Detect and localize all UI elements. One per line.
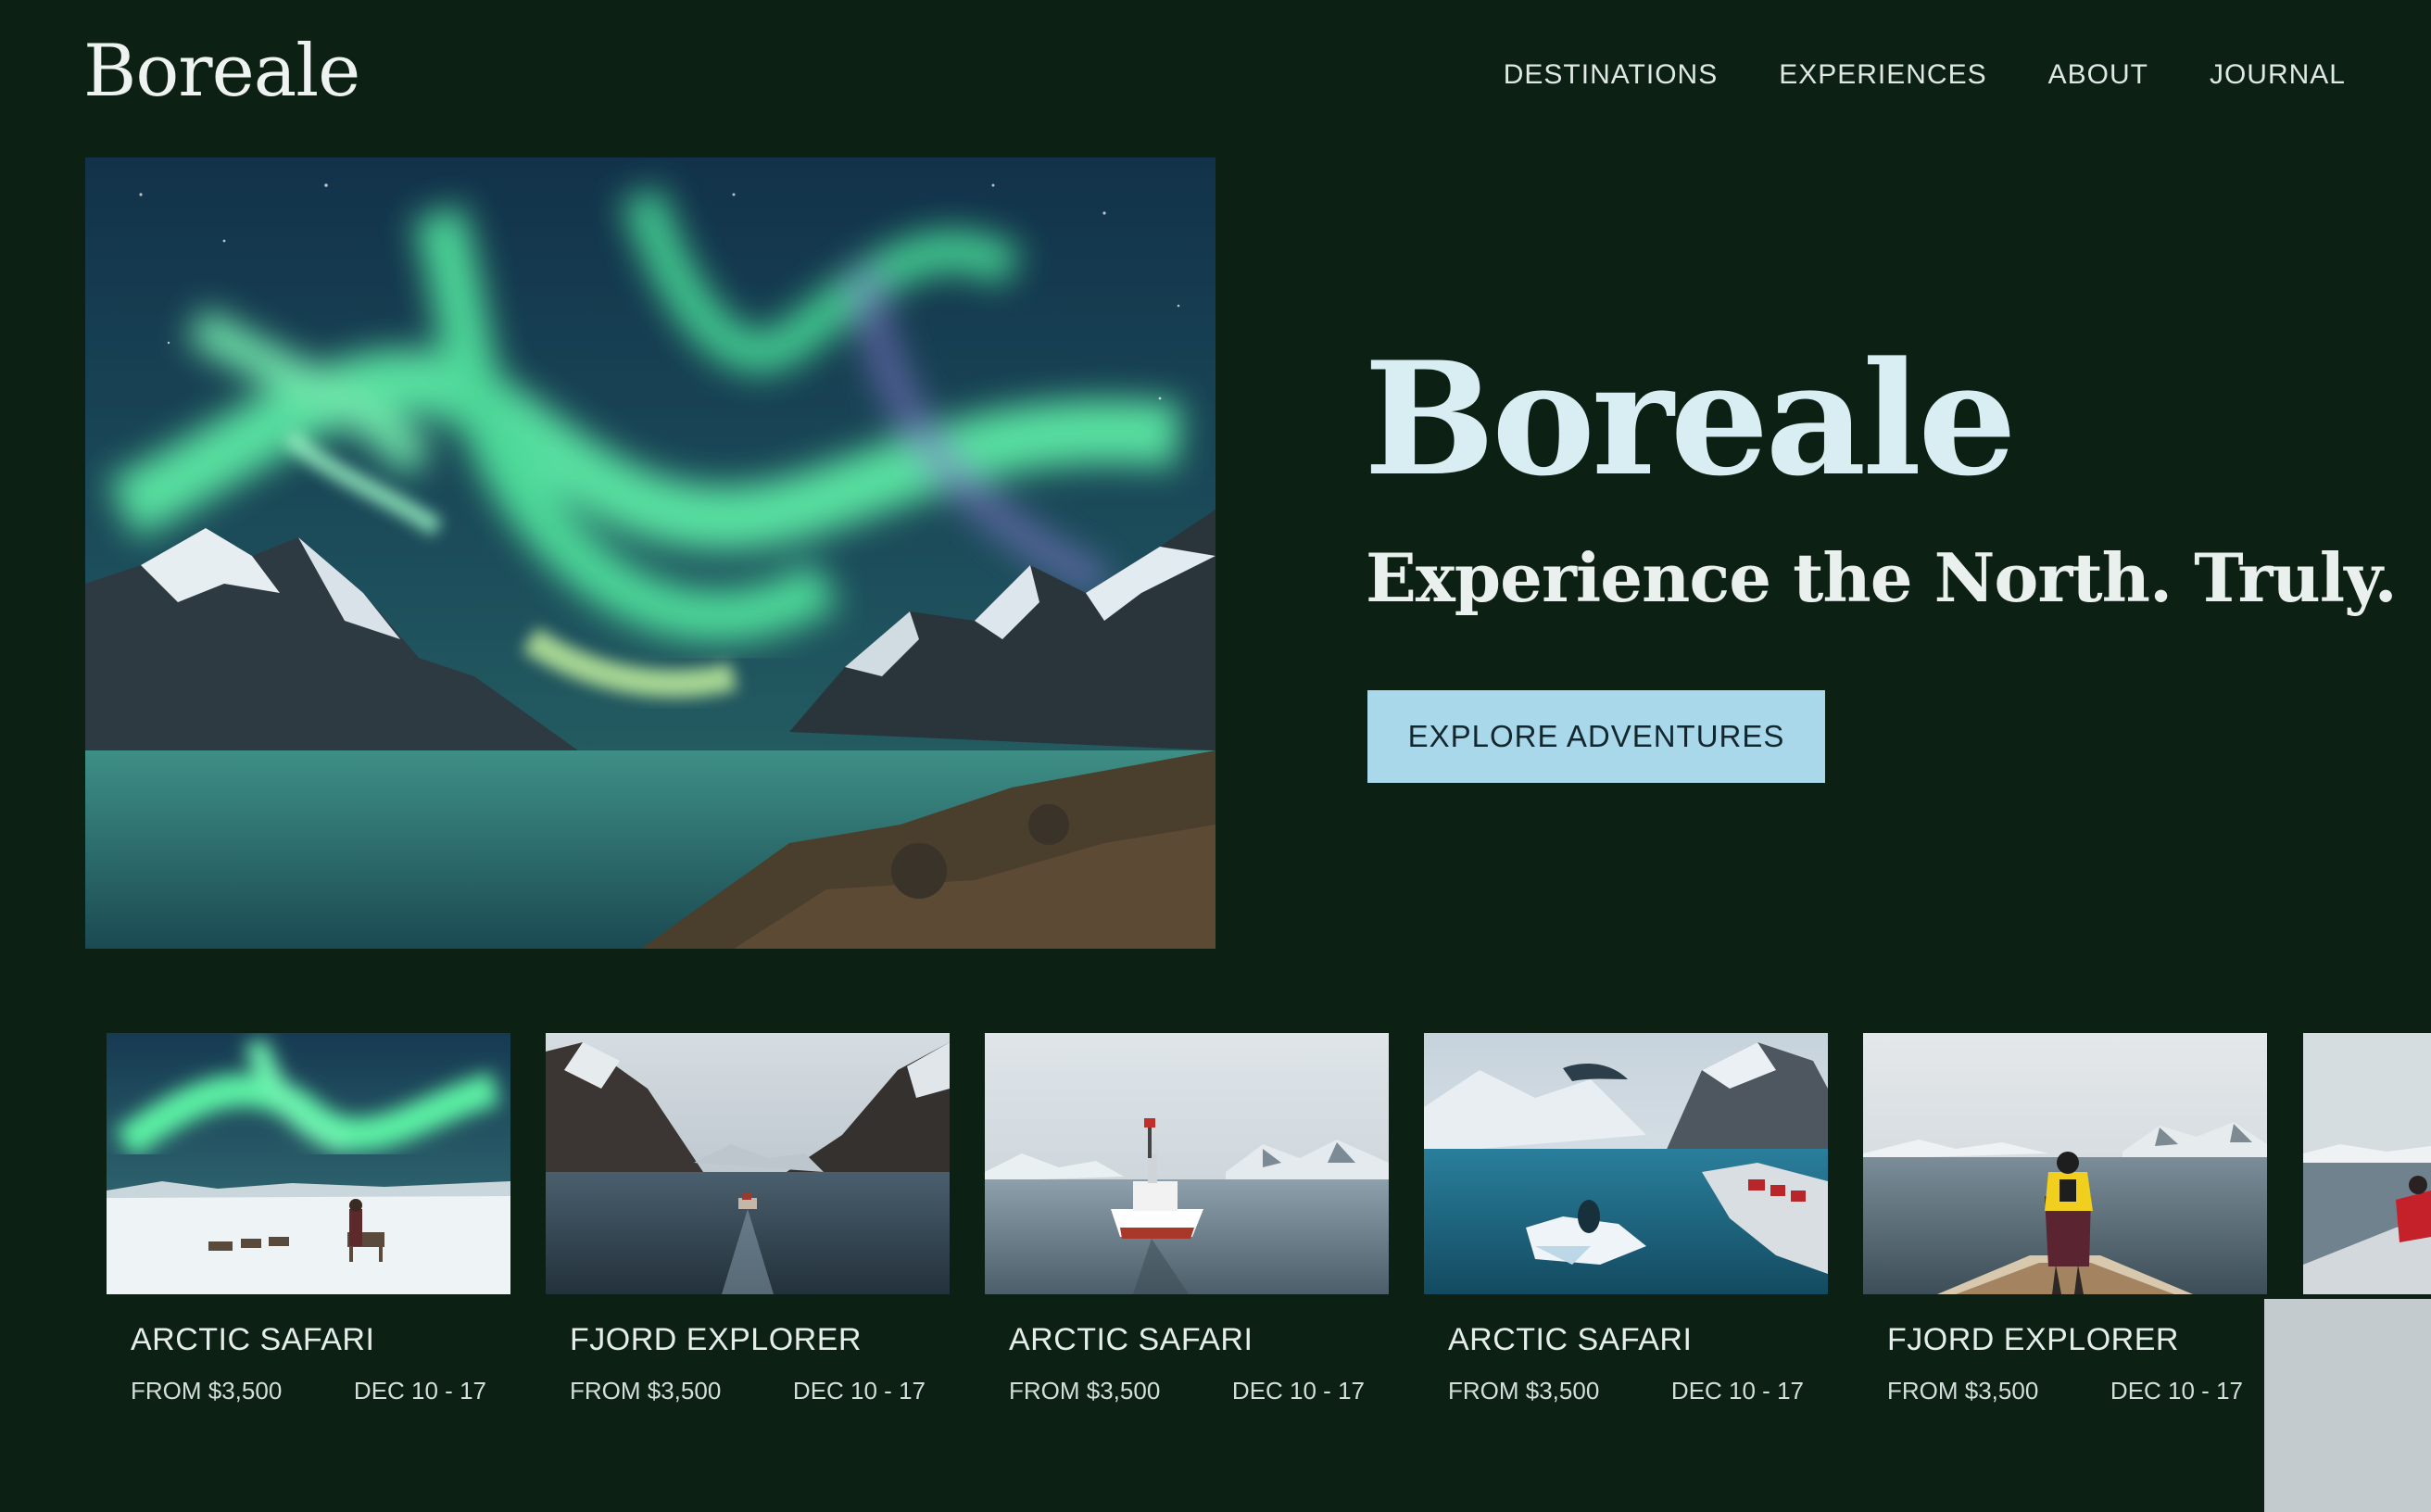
card-dates: DEC 10 - 17 — [1231, 1377, 1365, 1405]
nav-journal[interactable]: JOURNAL — [2210, 59, 2346, 91]
card-title: ARCTIC SAFARI — [1448, 1322, 1693, 1357]
card-image-partial[interactable] — [2303, 1033, 2431, 1294]
card-dates: DEC 10 - 17 — [2110, 1377, 2243, 1405]
card-price: FROM $3,500 — [1448, 1377, 1600, 1405]
explore-adventures-button[interactable]: EXPLORE ADVENTURES — [1367, 690, 1825, 783]
hero-subtitle: Experience the North. Truly. — [1366, 538, 2398, 617]
card-image — [1863, 1033, 2267, 1294]
nav-experiences[interactable]: EXPERIENCES — [1779, 59, 1986, 91]
card-dates: DEC 10 - 17 — [792, 1377, 926, 1405]
card-dates: DEC 10 - 17 — [353, 1377, 486, 1405]
trip-card[interactable]: FJORD EXPLORER FROM $3,500 DEC 10 - 17 — [546, 1033, 950, 1405]
card-title: FJORD EXPLORER — [1887, 1322, 2179, 1357]
hero-title: Boreale — [1364, 327, 2017, 510]
nav-about[interactable]: ABOUT — [2048, 59, 2148, 91]
card-price: FROM $3,500 — [131, 1377, 283, 1405]
card-title: ARCTIC SAFARI — [1009, 1322, 1253, 1357]
trip-card[interactable]: ARCTIC SAFARI FROM $3,500 DEC 10 - 17 — [107, 1033, 510, 1405]
nav-destinations[interactable]: DESTINATIONS — [1504, 59, 1718, 91]
trip-card[interactable]: FJORD EXPLORER FROM $3,500 DEC 10 - 17 — [1863, 1033, 2267, 1405]
card-image — [1424, 1033, 1828, 1294]
card-price: FROM $3,500 — [1009, 1377, 1161, 1405]
card-image — [985, 1033, 1389, 1294]
main-nav: DESTINATIONS EXPERIENCES ABOUT JOURNAL — [1504, 59, 2346, 91]
card-image — [546, 1033, 950, 1294]
hero-aurora-image — [85, 158, 1216, 949]
brand-logo[interactable]: Boreale — [83, 35, 360, 107]
card-dates: DEC 10 - 17 — [1670, 1377, 1804, 1405]
card-image — [107, 1033, 510, 1294]
card-title: FJORD EXPLORER — [570, 1322, 862, 1357]
trip-card[interactable]: ARCTIC SAFARI FROM $3,500 DEC 10 - 17 — [985, 1033, 1389, 1405]
card-price: FROM $3,500 — [1887, 1377, 2039, 1405]
trip-card[interactable]: ARCTIC SAFARI FROM $3,500 DEC 10 - 17 — [1424, 1033, 1828, 1405]
card-price: FROM $3,500 — [570, 1377, 722, 1405]
card-title: ARCTIC SAFARI — [131, 1322, 375, 1357]
scroll-panel — [2264, 1299, 2431, 1512]
